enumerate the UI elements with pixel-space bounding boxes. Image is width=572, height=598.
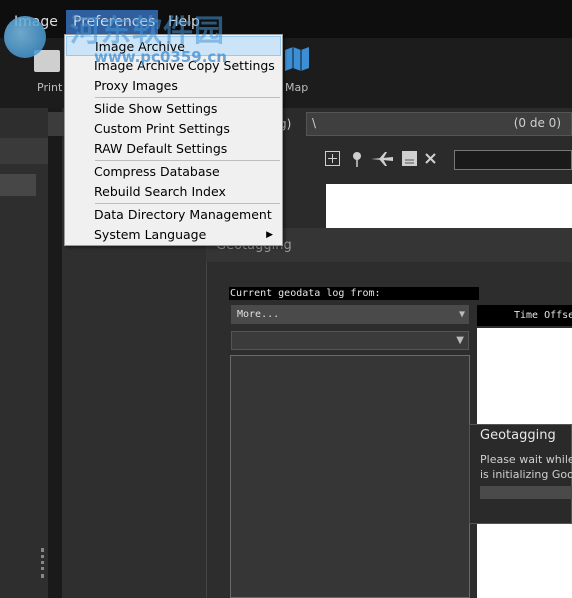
time-offset-label: Time Offse	[514, 310, 572, 321]
dropdown-arrow-icon: ▼	[456, 335, 464, 346]
path-bar[interactable]: \ (0 de 0)	[306, 112, 572, 136]
print-label: Print	[37, 81, 63, 94]
time-offset-header: Time Offse	[477, 305, 572, 326]
panel-divider	[48, 108, 62, 598]
menu-item-compress-database[interactable]: Compress Database	[66, 162, 281, 182]
secondary-dropdown[interactable]: ▼	[231, 331, 469, 350]
left-panel-header	[0, 138, 48, 164]
spellcheck-icon[interactable]	[402, 151, 417, 166]
add-square-icon[interactable]	[325, 151, 340, 166]
dropdown-arrow-icon: ▼	[458, 309, 465, 320]
airplane-icon[interactable]	[371, 151, 393, 167]
menu-item-custom-print-settings[interactable]: Custom Print Settings	[66, 119, 281, 139]
menu-item-rebuild-search-index[interactable]: Rebuild Search Index	[66, 182, 281, 202]
geodata-log-label: Current geodata log from:	[229, 287, 479, 300]
popup-title: Geotagging	[480, 428, 556, 443]
menu-separator	[95, 97, 280, 98]
popup-message-line: Please wait while	[480, 453, 572, 466]
menu-separator	[95, 203, 280, 204]
geodata-source-dropdown[interactable]: More... ▼	[231, 305, 469, 324]
menu-item-raw-default-settings[interactable]: RAW Default Settings	[66, 139, 281, 159]
popup-message: Please wait while is initializing Goo	[480, 452, 572, 482]
menu-item-proxy-images[interactable]: Proxy Images	[66, 76, 281, 96]
geodata-log-list[interactable]	[230, 355, 470, 598]
watermark-text: 河东软件园	[70, 14, 225, 49]
watermark-url: www.pc0359.cn	[94, 48, 227, 66]
geodata-source-value: More...	[237, 309, 280, 320]
menu-item-slide-show-settings[interactable]: Slide Show Settings	[66, 99, 281, 119]
resize-handle[interactable]	[41, 548, 47, 578]
thumbnail-area	[326, 184, 572, 228]
popup-progress-bar	[480, 486, 572, 499]
search-input[interactable]	[454, 150, 572, 170]
image-count: (0 de 0)	[513, 116, 561, 130]
map-pin-icon[interactable]	[352, 151, 362, 167]
menu-item-system-language[interactable]: System Language ▶	[66, 225, 281, 245]
popup-message-line: is initializing Goo	[480, 468, 572, 481]
map-icon[interactable]	[284, 46, 310, 72]
submenu-arrow-icon: ▶	[266, 230, 273, 240]
delete-x-icon[interactable]	[425, 153, 436, 164]
watermark-logo	[4, 16, 46, 58]
map-label: Map	[285, 81, 309, 94]
path-text: \	[312, 116, 317, 130]
menu-item-data-directory-management[interactable]: Data Directory Management	[66, 205, 281, 225]
menu-separator	[95, 160, 280, 161]
left-panel-selected-row[interactable]	[0, 174, 36, 196]
